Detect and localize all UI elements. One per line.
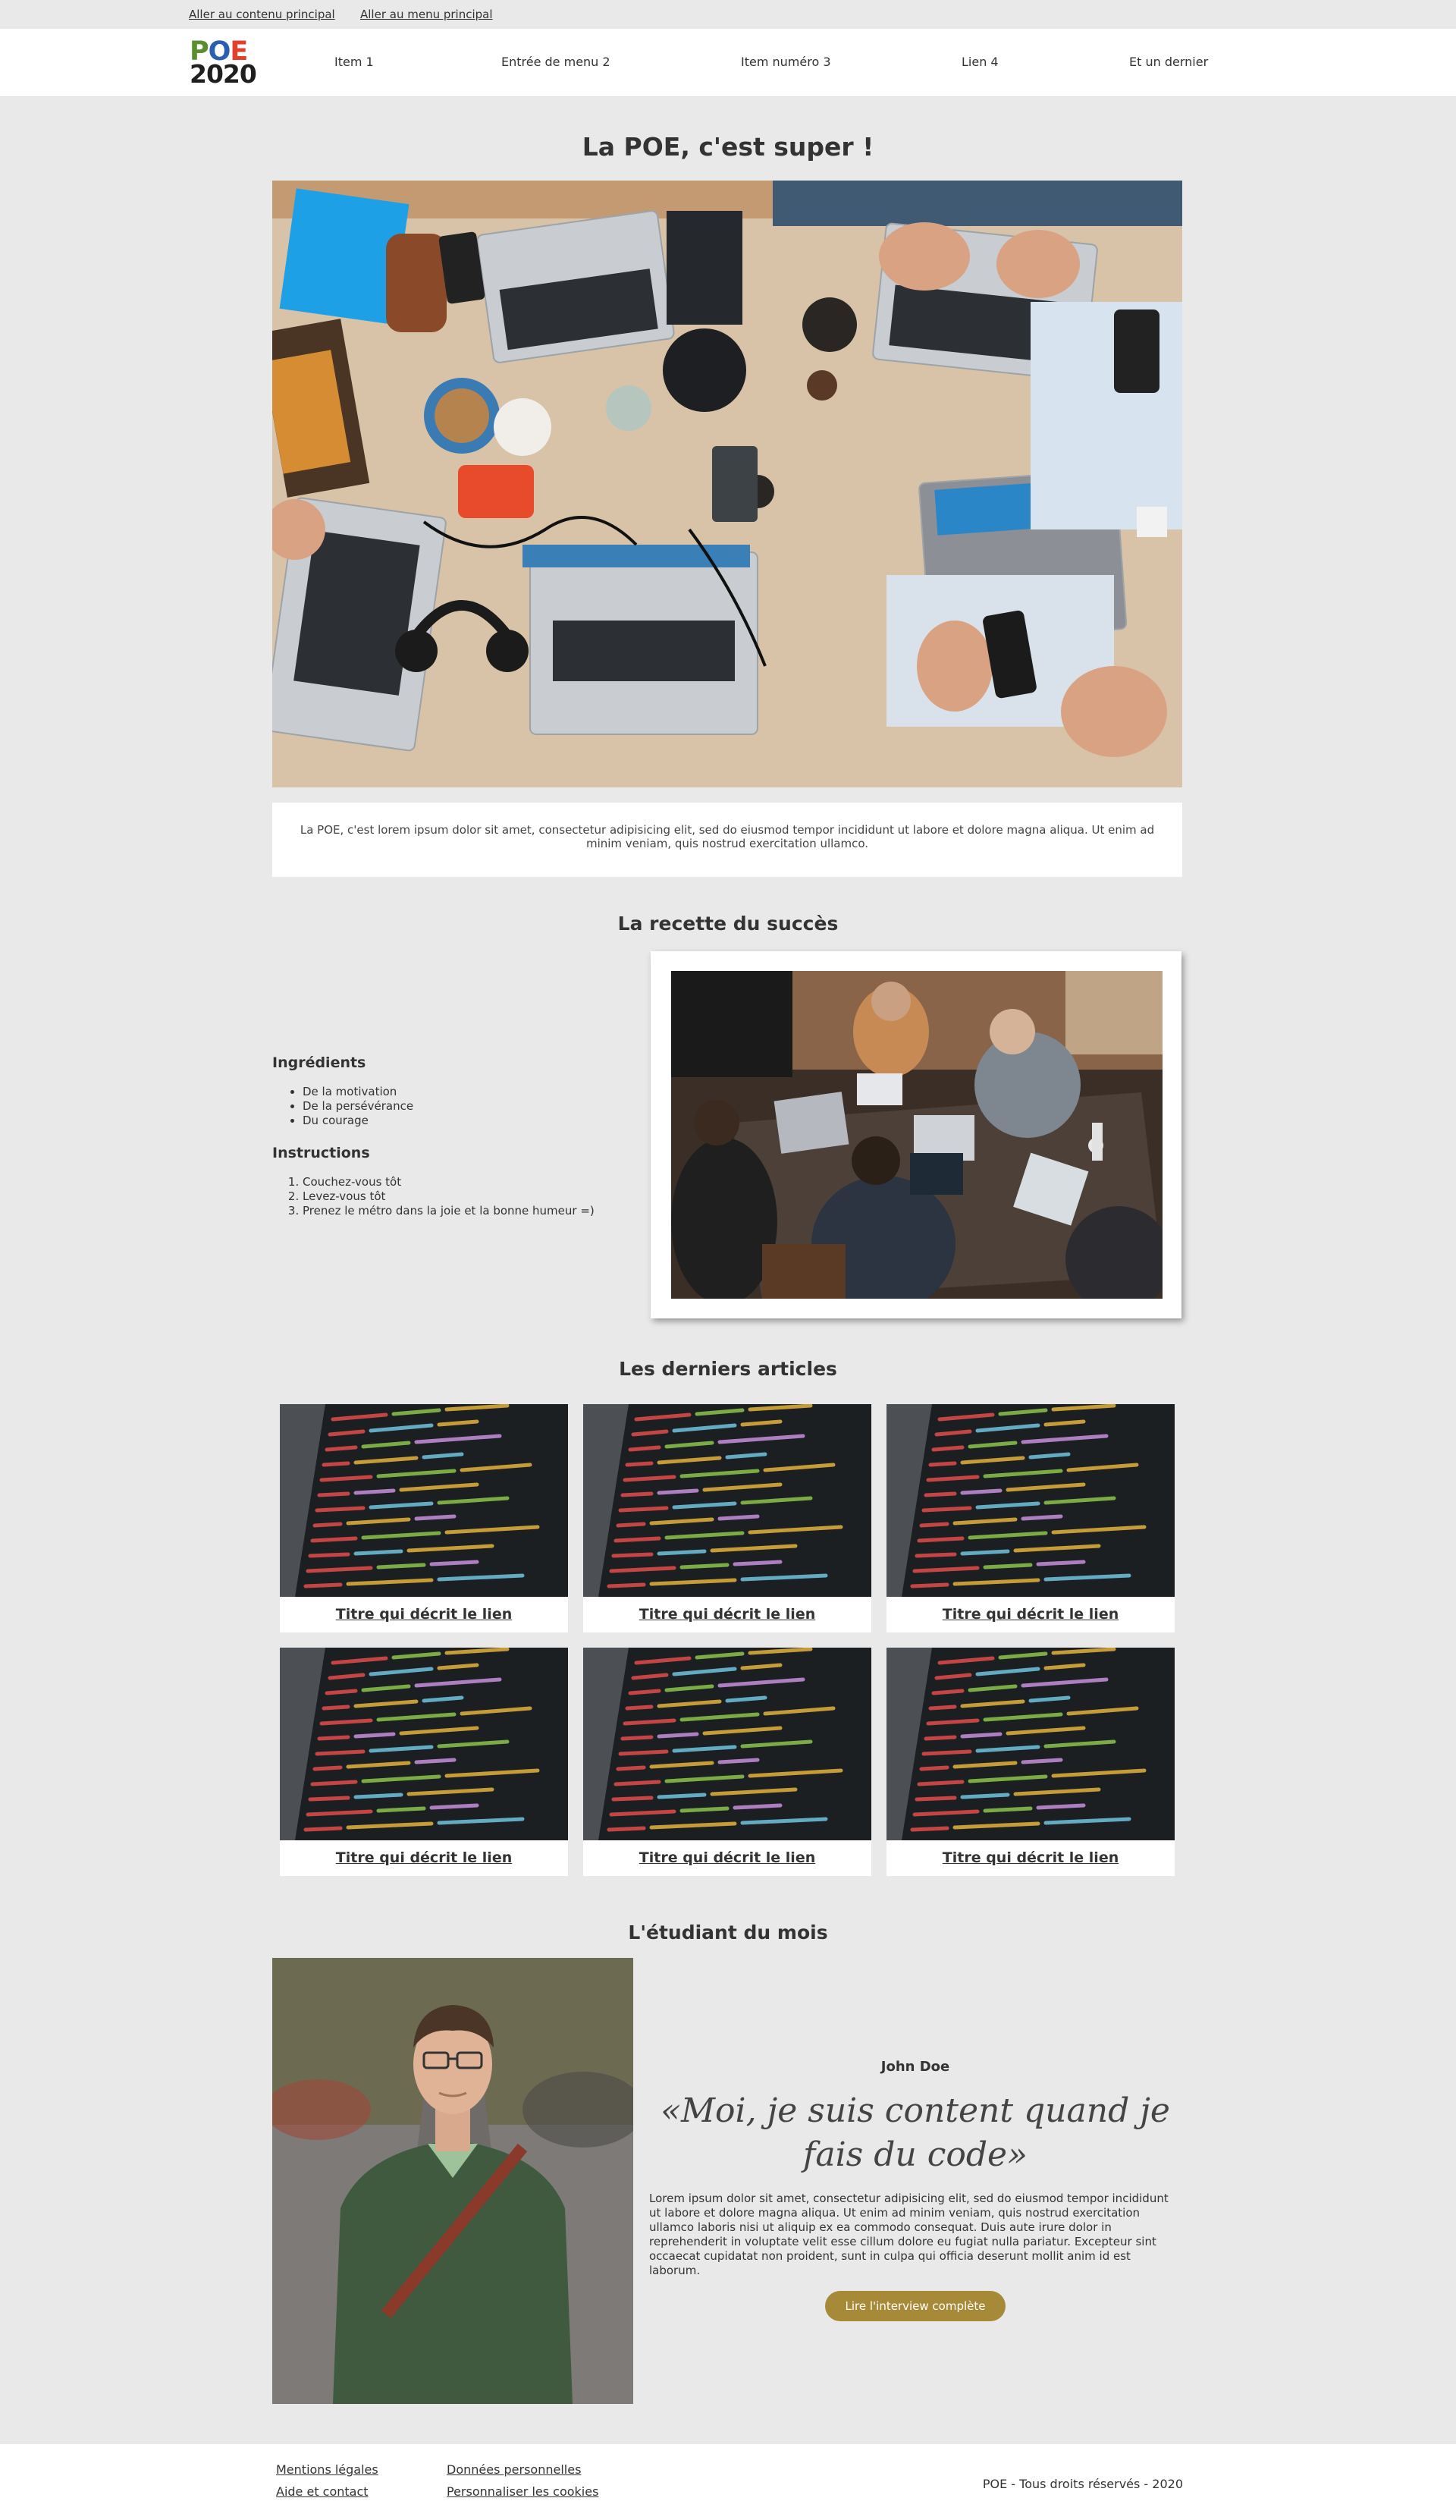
article-link[interactable]: Titre qui décrit le lien xyxy=(886,1606,1175,1623)
article-link[interactable]: Titre qui décrit le lien xyxy=(583,1606,871,1623)
article-card[interactable]: Titre qui décrit le lien xyxy=(886,1648,1175,1876)
page-title: La POE, c'est super ! xyxy=(582,132,874,162)
poe-2020-logo[interactable]: POE 2020 xyxy=(190,39,262,87)
code-screen-image xyxy=(583,1648,871,1840)
read-interview-button[interactable]: Lire l'interview complète xyxy=(825,2291,1006,2321)
site-header: POE 2020 Item 1 Entrée de menu 2 Item nu… xyxy=(0,29,1456,97)
list-item: Du courage xyxy=(303,1114,636,1128)
code-screen-image xyxy=(886,1404,1175,1597)
personal-data-link[interactable]: Données personnelles xyxy=(447,2462,581,2477)
list-item: Levez-vous tôt xyxy=(303,1189,636,1204)
cookie-settings-link[interactable]: Personnaliser les cookies xyxy=(447,2484,598,2499)
help-contact-link[interactable]: Aide et contact xyxy=(276,2484,369,2499)
list-item: De la motivation xyxy=(303,1085,636,1099)
recipe-text: Ingrédients De la motivation De la persé… xyxy=(272,1054,636,1235)
student-quote: «Moi, je suis content quand je fais du c… xyxy=(661,2091,1170,2174)
nav-item-5[interactable]: Et un dernier xyxy=(1129,55,1208,69)
student-title: L'étudiant du mois xyxy=(628,1921,828,1943)
skip-to-content-link[interactable]: Aller au contenu principal xyxy=(189,8,335,21)
hero-image xyxy=(272,181,1182,787)
article-card[interactable]: Titre qui décrit le lien xyxy=(583,1648,871,1876)
list-item: Prenez le métro dans la joie et la bonne… xyxy=(303,1204,636,1218)
student-photo xyxy=(272,1958,633,2404)
recipe-photo-frame xyxy=(651,951,1181,1318)
article-card[interactable]: Titre qui décrit le lien xyxy=(280,1404,568,1632)
ingredients-list: De la motivation De la persévérance Du c… xyxy=(272,1085,636,1128)
code-screen-image xyxy=(583,1404,871,1597)
code-screen-image xyxy=(280,1404,568,1597)
skip-links: Aller au contenu principal Aller au menu… xyxy=(0,0,1456,29)
instructions-list: Couchez-vous tôt Levez-vous tôt Prenez l… xyxy=(272,1175,636,1218)
team-working-image xyxy=(671,971,1163,1299)
instructions-heading: Instructions xyxy=(272,1145,370,1161)
ingredients-heading: Ingrédients xyxy=(272,1054,366,1071)
nav-item-2[interactable]: Entrée de menu 2 xyxy=(501,55,610,69)
article-link[interactable]: Titre qui décrit le lien xyxy=(280,1606,568,1623)
legal-notice-link[interactable]: Mentions légales xyxy=(276,2462,378,2477)
article-card[interactable]: Titre qui décrit le lien xyxy=(583,1404,871,1632)
article-link[interactable]: Titre qui décrit le lien xyxy=(583,1849,871,1866)
student-bio: Lorem ipsum dolor sit amet, consectetur … xyxy=(649,2192,1169,2277)
recipe-title: La recette du succès xyxy=(617,913,839,935)
article-card[interactable]: Titre qui décrit le lien xyxy=(280,1648,568,1876)
nav-item-1[interactable]: Item 1 xyxy=(334,55,374,69)
list-item: De la persévérance xyxy=(303,1099,636,1114)
nav-item-4[interactable]: Lien 4 xyxy=(962,55,999,69)
list-item: Couchez-vous tôt xyxy=(303,1175,636,1189)
student-name: John Doe xyxy=(880,2059,950,2075)
articles-title: Les derniers articles xyxy=(619,1358,837,1380)
copyright-text: POE - Tous droits réservés - 2020 xyxy=(982,2477,1183,2491)
code-screen-image xyxy=(886,1648,1175,1840)
skip-to-menu-link[interactable]: Aller au menu principal xyxy=(360,8,493,21)
article-card[interactable]: Titre qui décrit le lien xyxy=(886,1404,1175,1632)
site-footer: Mentions légales Aide et contact Données… xyxy=(0,2444,1456,2520)
article-link[interactable]: Titre qui décrit le lien xyxy=(280,1849,568,1866)
article-link[interactable]: Titre qui décrit le lien xyxy=(886,1849,1175,1866)
code-screen-image xyxy=(280,1648,568,1840)
hero-caption: La POE, c'est lorem ipsum dolor sit amet… xyxy=(272,803,1182,877)
nav-item-3[interactable]: Item numéro 3 xyxy=(741,55,831,69)
